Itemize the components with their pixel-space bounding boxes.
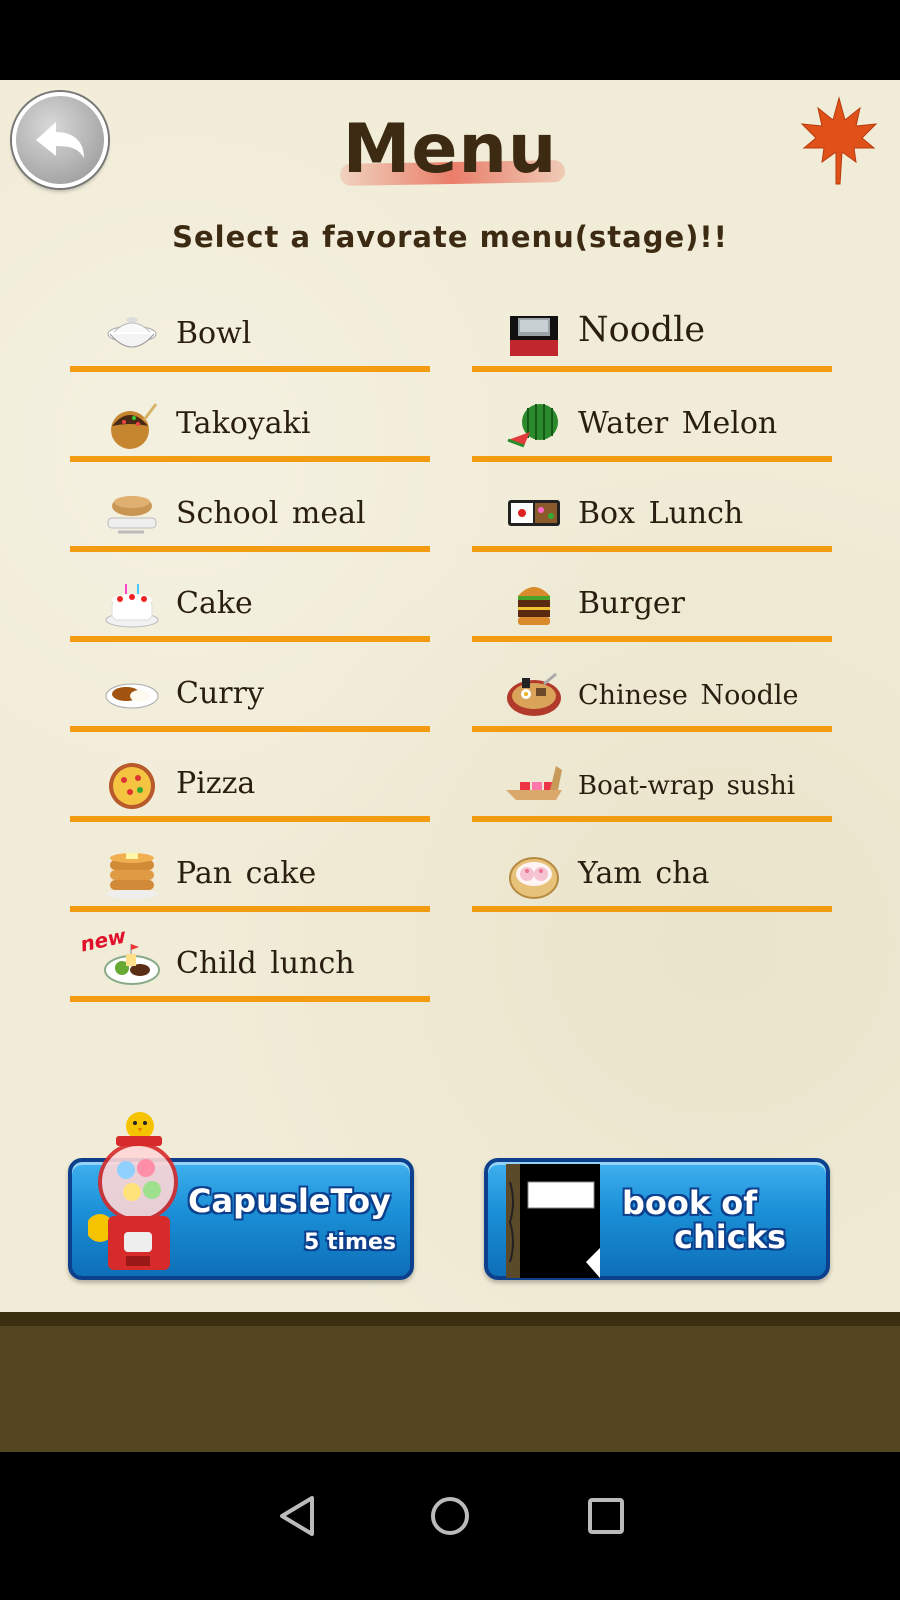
watermelon-icon (507, 404, 558, 448)
curry-icon (105, 683, 159, 709)
menu-item-label: Child lunch (176, 946, 355, 981)
menu-item-water-melon[interactable]: Water Melon (472, 392, 832, 462)
menu-item-label: Pan cake (176, 856, 317, 891)
back-arrow-icon (36, 122, 84, 158)
menu-item-label: Burger (578, 586, 686, 621)
nav-recents-icon[interactable] (576, 1486, 636, 1546)
child-lunch-icon (104, 944, 160, 985)
navigation-bar (0, 1452, 900, 1600)
game-area: Menu Select a favorate menu(stage)!! Bow… (0, 80, 900, 1312)
menu-item-noodle[interactable]: Noodle (472, 302, 832, 372)
bottom-band (0, 1312, 900, 1452)
back-button[interactable] (12, 92, 108, 188)
menu-item-cake[interactable]: Cake (70, 572, 430, 642)
menu-item-label: Curry (176, 676, 264, 711)
menu-item-curry[interactable]: Curry (70, 662, 430, 732)
menu-item-label: School meal (176, 496, 366, 531)
sushi-boat-icon (506, 766, 562, 800)
bowl-icon (107, 317, 157, 348)
pizza-icon (109, 763, 155, 809)
takoyaki-icon (111, 403, 158, 449)
ramen-icon (507, 672, 561, 716)
menu-item-chinese-noodle[interactable]: Chinese Noodle (472, 662, 832, 732)
menu-item-label: Chinese Noodle (578, 680, 799, 711)
menu-item-pizza[interactable]: Pizza (70, 752, 430, 822)
menu-item-label: Boat-wrap sushi (578, 771, 796, 801)
menu-item-yam-cha[interactable]: Yam cha (472, 842, 832, 912)
menu-item-label: Cake (176, 586, 253, 621)
pancake-icon (106, 853, 158, 899)
title-block: Menu (330, 110, 570, 190)
menu-item-label: Yam cha (578, 856, 710, 891)
cake-icon (105, 584, 159, 628)
menu-item-label: Water Melon (578, 406, 778, 441)
menu-item-box-lunch[interactable]: Box Lunch (472, 482, 832, 552)
menu-item-burger[interactable]: Burger (472, 572, 832, 642)
yum-cha-icon (509, 857, 559, 899)
status-bar (0, 0, 900, 80)
menu-item-pancake[interactable]: Pan cake (70, 842, 430, 912)
burger-icon (518, 587, 550, 625)
menu-item-label: Noodle (578, 310, 706, 350)
menu-item-label: Bowl (176, 316, 252, 351)
menu-item-label: Takoyaki (176, 406, 311, 441)
menu-item-label: Box Lunch (578, 496, 744, 531)
book-of-chicks-line1: book of (622, 1184, 758, 1222)
capsule-toy-label: CapusleToy (188, 1182, 391, 1220)
menu-item-school-meal[interactable]: School meal (70, 482, 430, 552)
gumball-machine-icon (88, 1112, 178, 1270)
nav-home-icon[interactable] (420, 1486, 480, 1546)
nav-back-icon[interactable] (268, 1486, 328, 1546)
page-title: Menu (342, 110, 558, 189)
menu-item-bowl[interactable]: Bowl (70, 302, 430, 372)
page-subtitle: Select a favorate menu(stage)!! (172, 220, 728, 254)
menu-item-label: Pizza (176, 766, 256, 801)
menu-item-child-lunch[interactable]: new Child lunch (70, 923, 430, 1002)
maple-leaf-icon (800, 96, 878, 185)
school-meal-icon (107, 496, 157, 534)
menu-item-boat-wrap-sushi[interactable]: Boat-wrap sushi (472, 752, 832, 822)
book-of-chicks-line2: chicks (674, 1218, 787, 1256)
box-lunch-icon (508, 500, 560, 526)
notebook-icon (506, 1164, 600, 1278)
capsule-toy-count: 5 times (304, 1230, 396, 1255)
menu-item-takoyaki[interactable]: Takoyaki (70, 392, 430, 462)
noodle-icon (510, 316, 558, 356)
